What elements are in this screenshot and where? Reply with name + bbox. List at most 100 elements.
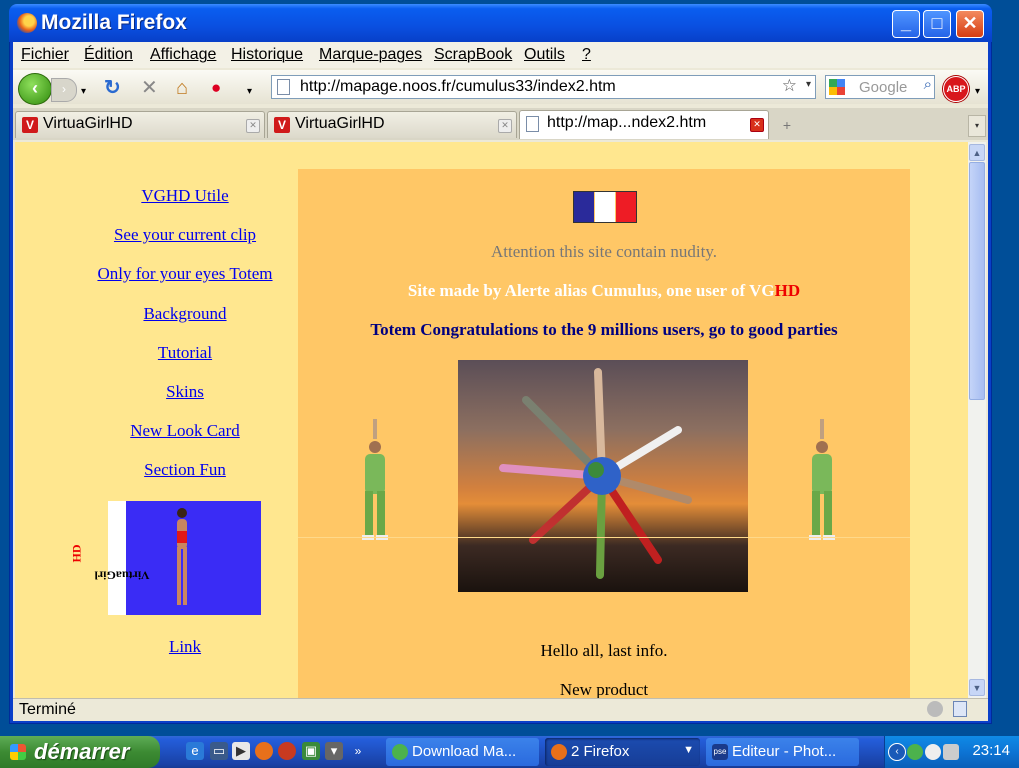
firefox-window: Mozilla Firefox _ □ ✕ Fichier Édition Af… xyxy=(9,4,992,724)
menu-scrapbook[interactable]: ScrapBook xyxy=(434,46,512,64)
url-text[interactable]: http://mapage.noos.fr/cumulus33/index2.h… xyxy=(300,78,616,96)
divider xyxy=(298,537,910,538)
banner-logo-strip: VirtuaGirl HD xyxy=(70,501,149,615)
tab-list-icon[interactable]: ▾ xyxy=(968,115,986,137)
maximize-button[interactable]: □ xyxy=(923,10,951,38)
windows-logo-icon xyxy=(10,744,26,760)
system-tray: ‹ 23:14 xyxy=(884,736,1019,768)
site-credit: Site made by Alerte alias Cumulus, one u… xyxy=(407,281,801,300)
banner-model-image xyxy=(177,508,187,605)
scroll-down-icon[interactable]: ▼ xyxy=(969,679,985,696)
scrapbook-sidebar-icon[interactable] xyxy=(953,701,967,717)
virtuagirl-banner[interactable]: VirtuaGirl HD xyxy=(70,501,261,615)
dancer-figure-left xyxy=(362,419,388,540)
tray-clock-icon[interactable] xyxy=(943,744,959,760)
menu-affichage[interactable]: Affichage xyxy=(150,46,216,64)
photoshop-elements-icon: pse xyxy=(712,744,728,760)
start-button[interactable]: démarrer xyxy=(0,736,160,768)
tray-ea-icon[interactable] xyxy=(907,744,923,760)
search-placeholder[interactable]: Google xyxy=(859,79,907,96)
page-content: VGHD Utile See your current clip Only fo… xyxy=(15,142,968,698)
adblock-icon[interactable]: ABP xyxy=(943,76,969,102)
menu-help[interactable]: ? xyxy=(582,46,591,64)
tool-quicklaunch-icon[interactable]: ▾ xyxy=(325,742,343,760)
close-button[interactable]: ✕ xyxy=(956,10,984,38)
tab-current-page[interactable]: http://map...ndex2.htm ✕ xyxy=(519,110,769,139)
task-firefox-group[interactable]: 2 Firefox ▼ xyxy=(545,738,700,766)
app-quicklaunch-icon[interactable] xyxy=(278,742,296,760)
start-label: démarrer xyxy=(34,739,130,764)
search-box[interactable]: Google ⌕ xyxy=(825,75,935,99)
download-icon xyxy=(392,744,408,760)
scroll-thumb[interactable] xyxy=(969,162,985,400)
tab-title: VirtuaGirlHD xyxy=(43,115,133,132)
browser-client: Fichier Édition Affichage Historique Mar… xyxy=(13,42,988,721)
url-dropdown-icon[interactable]: ▾ xyxy=(806,79,811,90)
page-icon xyxy=(526,116,539,132)
main-panel: Attention this site contain nudity. Site… xyxy=(298,169,910,698)
french-flag-icon[interactable] xyxy=(573,191,637,223)
tray-app-icon[interactable] xyxy=(925,744,941,760)
menu-historique[interactable]: Historique xyxy=(231,46,303,64)
virtuagirl-icon: V xyxy=(22,117,38,133)
virtuagirl-icon: V xyxy=(274,117,290,133)
media-player-icon[interactable]: ▶ xyxy=(232,742,250,760)
menu-fichier[interactable]: Fichier xyxy=(21,46,69,64)
clock[interactable]: 23:14 xyxy=(972,742,1010,759)
firefox-quicklaunch-icon[interactable] xyxy=(255,742,273,760)
vertical-scrollbar[interactable]: ▲ ▼ xyxy=(968,142,986,698)
search-icon[interactable]: ⌕ xyxy=(924,76,932,93)
tab-title: VirtuaGirlHD xyxy=(295,115,385,132)
hello-text: Hello all, last info. xyxy=(540,641,668,660)
stop-icon[interactable]: ✕ xyxy=(141,76,158,100)
tab-close-icon[interactable]: ✕ xyxy=(498,119,512,133)
tab-title: http://map...ndex2.htm xyxy=(547,114,707,131)
navigation-toolbar: ‹ › ▾ ↻ ✕ ⌂ ● ▾ http://mapage.noos.fr/cu… xyxy=(13,70,988,105)
photo-quicklaunch-icon[interactable]: ▣ xyxy=(302,742,320,760)
new-product-heading: New product xyxy=(559,680,649,698)
url-bar[interactable]: http://mapage.noos.fr/cumulus33/index2.h… xyxy=(271,75,816,99)
menu-marque-pages[interactable]: Marque-pages xyxy=(319,46,422,64)
nudity-warning: Attention this site contain nudity. xyxy=(490,242,717,261)
totem-photo[interactable] xyxy=(458,360,748,592)
new-tab-icon[interactable]: + xyxy=(773,115,801,135)
task-photo-editor[interactable]: pse Editeur - Phot... xyxy=(706,738,859,766)
status-text: Terminé xyxy=(19,701,76,718)
quicklaunch-overflow-icon[interactable]: » xyxy=(352,742,364,760)
scroll-up-icon[interactable]: ▲ xyxy=(969,144,985,161)
totem-congratulations: Totem Congratulations to the 9 millions … xyxy=(370,320,838,339)
menu-outils[interactable]: Outils xyxy=(524,46,565,64)
firefox-icon xyxy=(17,13,37,33)
tab-close-icon[interactable]: ✕ xyxy=(246,119,260,133)
menu-edition[interactable]: Édition xyxy=(84,46,133,64)
tab-bar: V VirtuaGirlHD ✕ V VirtuaGirlHD ✕ http:/… xyxy=(13,108,988,140)
window-title: Mozilla Firefox xyxy=(41,11,187,34)
forward-arrow-icon[interactable]: › xyxy=(51,78,77,102)
windows-taskbar: démarrer e ▭ ▶ ▣ ▾ » Download Ma... 2 Fi… xyxy=(0,736,1019,768)
google-icon[interactable] xyxy=(829,79,845,95)
status-bar: Terminé xyxy=(13,698,988,721)
minimize-button[interactable]: _ xyxy=(892,10,920,38)
tab-close-icon[interactable]: ✕ xyxy=(750,118,764,132)
tab-virtuagirl-2[interactable]: V VirtuaGirlHD ✕ xyxy=(267,111,517,138)
dancer-figure-right xyxy=(809,419,835,540)
desktop-icon[interactable]: ▭ xyxy=(210,742,228,760)
addons-icon[interactable]: ● xyxy=(211,76,221,100)
addon-status-icon[interactable] xyxy=(927,701,943,717)
menu-bar: Fichier Édition Affichage Historique Mar… xyxy=(13,42,988,68)
bookmark-star-icon[interactable]: ☆ xyxy=(782,76,797,96)
abp-dropdown-icon[interactable]: ▾ xyxy=(975,80,980,104)
ie-icon[interactable]: e xyxy=(186,742,204,760)
title-bar[interactable]: Mozilla Firefox _ □ ✕ xyxy=(9,4,992,42)
back-arrow-icon[interactable]: ‹ xyxy=(18,73,52,105)
page-icon xyxy=(277,79,290,95)
firefox-icon xyxy=(551,744,567,760)
history-dropdown-icon[interactable]: ▾ xyxy=(81,80,86,104)
reload-icon[interactable]: ↻ xyxy=(104,76,121,100)
tray-expand-icon[interactable]: ‹ xyxy=(888,743,906,761)
home-icon[interactable]: ⌂ xyxy=(176,76,188,100)
task-download-manager[interactable]: Download Ma... xyxy=(386,738,539,766)
tab-virtuagirl-1[interactable]: V VirtuaGirlHD ✕ xyxy=(15,111,265,138)
group-dropdown-icon[interactable]: ▼ xyxy=(683,744,694,756)
toolbar-dropdown-icon[interactable]: ▾ xyxy=(247,80,252,104)
